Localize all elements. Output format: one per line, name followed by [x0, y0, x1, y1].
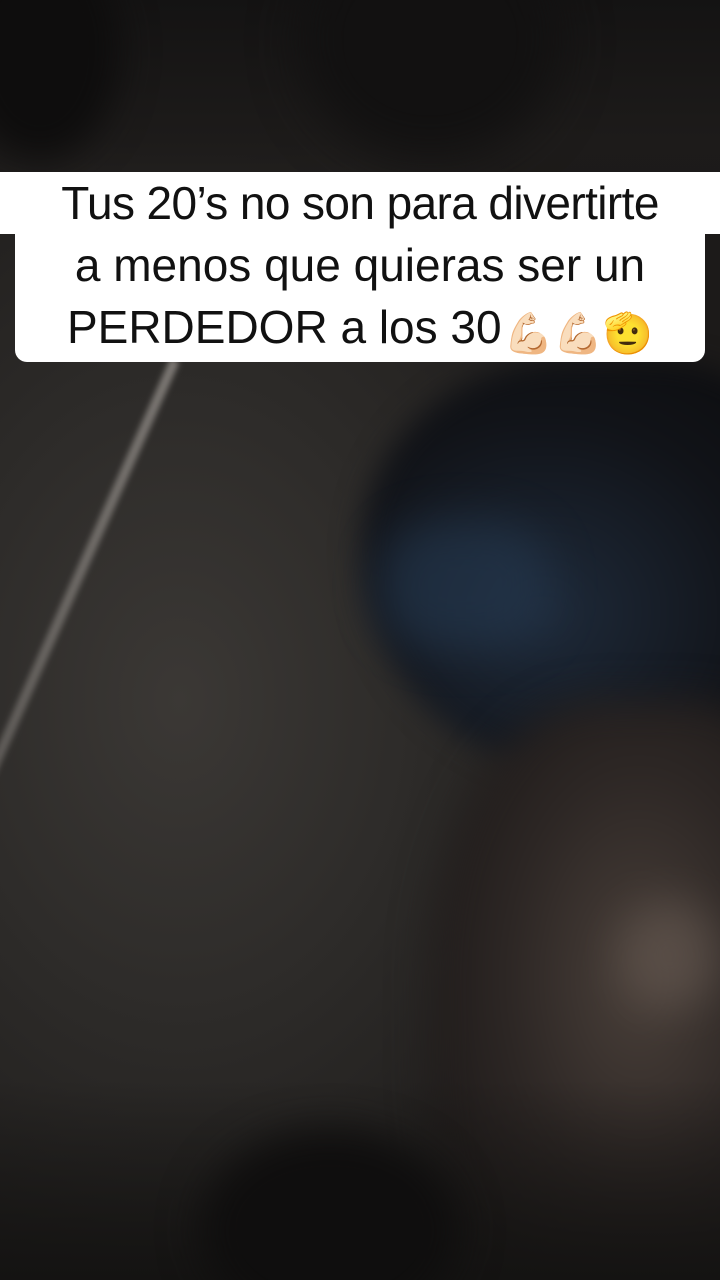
saluting-face-icon: 🫡 — [603, 312, 654, 356]
cap-highlight — [380, 520, 550, 650]
flexed-biceps-icon: 💪🏻 — [503, 312, 554, 356]
caption-line-1: Tus 20’s no son para divertirte — [0, 172, 720, 234]
video-caption: Tus 20’s no son para divertirte a menos … — [0, 172, 720, 362]
video-frame: Tus 20’s no son para divertirte a menos … — [0, 0, 720, 1280]
emoji-group: 💪🏻💪🏻🫡 — [504, 300, 653, 362]
flexed-biceps-icon: 💪🏻 — [553, 312, 604, 356]
face-highlight — [620, 900, 720, 1010]
caption-line-3-text: PERDEDOR a los 30 — [66, 301, 502, 353]
light-streak — [0, 357, 180, 1185]
caption-line-3: PERDEDOR a los 30💪🏻💪🏻🫡 — [15, 296, 705, 362]
caption-line-2: a menos que quieras ser un — [15, 234, 705, 296]
